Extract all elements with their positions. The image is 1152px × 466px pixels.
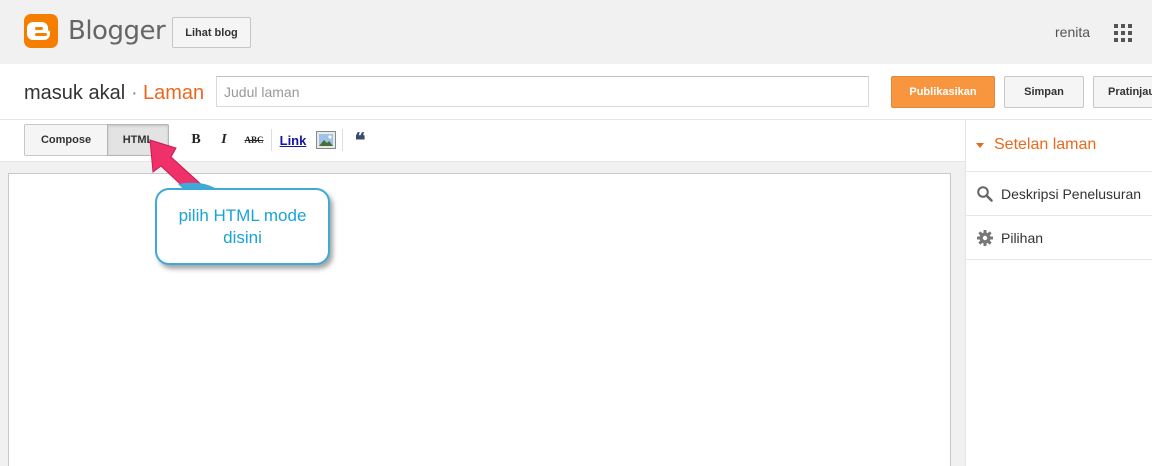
toolbar-divider [271,129,272,151]
annotation-text-line2: disini [223,227,262,247]
publish-button[interactable]: Publikasikan [891,76,995,108]
html-mode-button[interactable]: HTML [107,124,169,156]
caret-down-icon [976,143,984,148]
editor-toolbar: Compose HTML B I ABC Link ❝ [0,120,965,162]
top-bar: Blogger Lihat blog renita [0,0,1152,64]
sidebar-item-search-description[interactable]: Deskripsi Penelusuran [966,172,1152,216]
blogger-page-editor: Blogger Lihat blog renita masuk akal · L… [0,0,1152,466]
blog-name[interactable]: masuk akal [24,82,125,105]
blogger-logo-icon[interactable] [24,14,58,48]
blogger-wordmark[interactable]: Blogger [68,16,166,46]
editor-container [0,162,965,466]
user-name[interactable]: renita [1055,24,1090,40]
gear-icon [976,229,994,247]
quote-button[interactable]: ❝ [350,128,370,152]
toolbar-divider [342,129,343,151]
apps-grid-icon[interactable] [1114,24,1132,42]
search-icon [976,185,994,203]
annotation-callout: pilih HTML mode disini [155,188,330,265]
preview-button[interactable]: Pratinjau [1093,76,1152,108]
save-button[interactable]: Simpan [1004,76,1084,108]
sidebar-item-label: Deskripsi Penelusuran [1001,186,1142,202]
view-blog-button[interactable]: Lihat blog [172,17,251,48]
title-separator: · [131,82,138,104]
page-settings-sidebar: Setelan laman Deskripsi Penelusuran Pili… [965,120,1152,466]
bold-button[interactable]: B [187,130,205,150]
compose-mode-button[interactable]: Compose [24,124,108,156]
strikethrough-button[interactable]: ABC [242,130,266,150]
insert-image-icon[interactable] [315,130,337,150]
page-title-bar: masuk akal · Laman Publikasikan Simpan P… [0,64,1152,120]
sidebar-item-options[interactable]: Pilihan [966,216,1152,260]
page-type-label: Laman [143,82,205,104]
italic-button[interactable]: I [215,130,233,150]
annotation-text-line1: pilih HTML mode [178,205,307,225]
sidebar-item-label: Pilihan [1001,230,1044,246]
page-settings-title: Setelan laman [994,136,1097,153]
page-settings-header[interactable]: Setelan laman [966,120,1152,172]
html-editor-textarea[interactable] [8,173,951,466]
link-button[interactable]: Link [278,130,308,150]
page-title-input[interactable] [216,76,869,107]
